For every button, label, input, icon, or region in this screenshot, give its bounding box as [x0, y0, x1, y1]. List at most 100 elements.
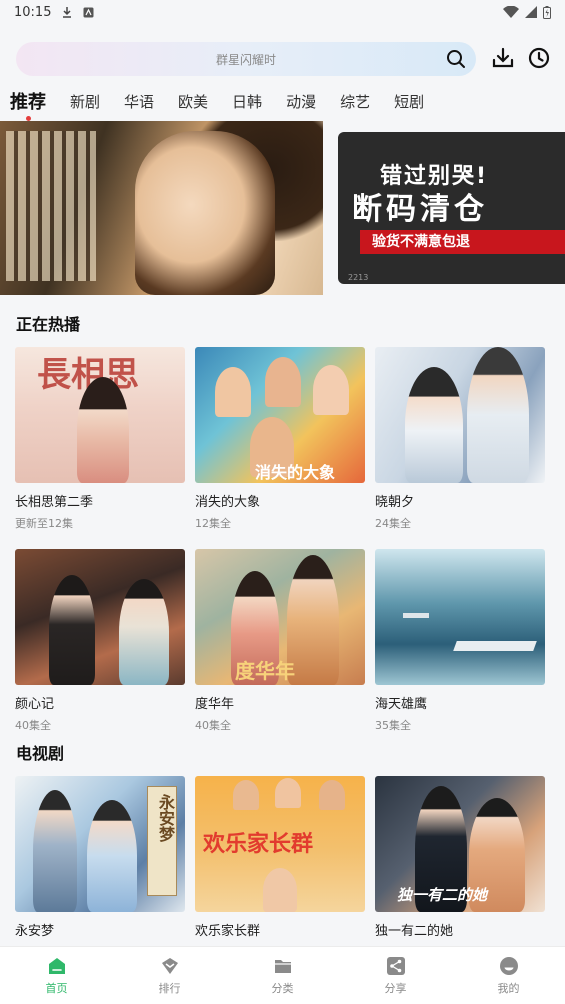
section-title-now-playing: 正在热播 — [16, 315, 81, 334]
banner-ad[interactable]: 错过别哭! 断码清仓 验货不满意包退 2213 — [338, 132, 565, 284]
show-card[interactable]: 長相思 长相思第二季 更新至12集 — [15, 347, 185, 531]
tab-variety[interactable]: 综艺 — [340, 91, 370, 112]
nav-home[interactable]: 首页 — [0, 947, 113, 1004]
banner-carousel[interactable]: 错过别哭! 断码清仓 验货不满意包退 2213 — [0, 121, 565, 295]
ad-line2: 断码清仓 — [352, 192, 488, 227]
show-poster[interactable]: 独一有二的她 — [375, 776, 545, 912]
poster-figure — [319, 780, 345, 810]
tab-new-drama[interactable]: 新剧 — [70, 91, 100, 112]
folder-icon — [274, 959, 291, 973]
show-card[interactable]: 海天雄鹰 35集全 — [375, 549, 545, 733]
search-icon[interactable] — [446, 49, 466, 69]
poster-figure — [467, 347, 529, 483]
tab-label: 动漫 — [286, 92, 317, 111]
poster-figure — [405, 367, 463, 483]
show-title: 欢乐家长群 — [195, 924, 261, 939]
nav-category[interactable]: 分类 — [226, 947, 339, 1004]
tab-label: 欧美 — [178, 92, 209, 111]
section-title-tv-series: 电视剧 — [16, 744, 65, 763]
ad-line3: 验货不满意包退 — [360, 230, 565, 254]
nav-share[interactable]: 分享 — [339, 947, 452, 1004]
app-status-icon — [83, 7, 94, 17]
home-icon — [48, 957, 65, 974]
tab-chinese[interactable]: 华语 — [124, 91, 154, 112]
wifi-icon — [503, 6, 519, 18]
show-title: 颜心记 — [15, 697, 55, 712]
show-poster[interactable]: 度华年 — [195, 549, 365, 685]
share-icon — [386, 956, 405, 975]
tab-label: 日韩 — [232, 92, 263, 111]
show-poster[interactable]: 消失的大象 — [195, 347, 365, 483]
show-title: 海天雄鹰 — [375, 697, 428, 712]
tab-label: 推荐 — [10, 92, 46, 113]
poster-figure — [233, 780, 259, 810]
tab-short-drama[interactable]: 短剧 — [394, 91, 424, 112]
ad-tag: 2213 — [348, 273, 369, 282]
tab-label: 新剧 — [70, 92, 101, 111]
bottom-navigation: 首页 排行 分类 分享 我的 — [0, 946, 565, 1004]
poster-figure — [313, 365, 349, 415]
tab-label: 华语 — [124, 92, 155, 111]
tab-recommend[interactable]: 推荐 — [10, 88, 46, 121]
show-poster[interactable]: 欢乐家长群 — [195, 776, 365, 912]
now-playing-grid: 長相思 长相思第二季 更新至12集 消失的大象 消失的大象 12集全 晓朝夕 2… — [15, 347, 547, 733]
show-episodes: 更新至12集 — [15, 517, 73, 530]
nav-label: 首页 — [45, 981, 68, 995]
nav-label: 我的 — [497, 981, 520, 995]
show-card[interactable]: 度华年 度华年 40集全 — [195, 549, 365, 733]
poster-figure — [33, 790, 77, 912]
banner-window-decor — [6, 131, 96, 281]
search-row: 群星闪耀时 — [16, 42, 553, 76]
show-poster[interactable] — [15, 549, 185, 685]
show-card[interactable]: 颜心记 40集全 — [15, 549, 185, 733]
nav-label: 分类 — [271, 981, 294, 995]
nav-ranking[interactable]: 排行 — [113, 947, 226, 1004]
tab-label: 综艺 — [340, 92, 371, 111]
history-icon[interactable] — [527, 46, 551, 70]
search-input[interactable]: 群星闪耀时 — [16, 42, 476, 76]
poster-figure — [87, 800, 137, 912]
show-episodes: 24集全 — [375, 517, 411, 530]
poster-title-art: 欢乐家长群 — [203, 832, 314, 857]
poster-figure — [49, 575, 95, 685]
poster-title-art: 度华年 — [235, 659, 295, 683]
poster-figure — [263, 868, 297, 912]
show-title: 独一有二的她 — [375, 924, 454, 939]
tab-western[interactable]: 欧美 — [178, 91, 208, 112]
category-tabs: 推荐 新剧 华语 欧美 日韩 动漫 综艺 短剧 — [10, 84, 565, 121]
show-poster[interactable] — [375, 347, 545, 483]
search-placeholder: 群星闪耀时 — [215, 52, 276, 67]
nav-label: 分享 — [384, 981, 407, 995]
show-episodes: 40集全 — [15, 719, 51, 732]
show-card[interactable]: 独一有二的她 独一有二的她 — [375, 776, 545, 944]
status-bar: 10:15 — [0, 0, 565, 24]
show-card[interactable]: 晓朝夕 24集全 — [375, 347, 545, 531]
show-episodes: 12集全 — [195, 517, 231, 530]
download-icon[interactable] — [491, 46, 515, 70]
poster-figure — [119, 579, 169, 685]
poster-figure — [77, 377, 129, 483]
show-title: 度华年 — [195, 697, 235, 712]
show-poster[interactable] — [375, 549, 545, 685]
nav-profile[interactable]: 我的 — [452, 947, 565, 1004]
show-title: 永安梦 — [15, 924, 55, 939]
show-episodes: 40集全 — [195, 719, 231, 732]
show-title: 晓朝夕 — [375, 495, 415, 510]
download-status-icon — [63, 7, 72, 18]
show-episodes: 35集全 — [375, 719, 411, 732]
show-card[interactable]: 永安梦 永安梦 — [15, 776, 185, 944]
poster-ship — [453, 641, 537, 651]
poster-title-art: 消失的大象 — [255, 463, 336, 482]
tab-japan-korea[interactable]: 日韩 — [232, 91, 262, 112]
show-poster[interactable]: 長相思 — [15, 347, 185, 483]
show-poster[interactable]: 永安梦 — [15, 776, 185, 912]
show-card[interactable]: 欢乐家长群 欢乐家长群 — [195, 776, 365, 944]
tab-label: 短剧 — [394, 92, 425, 111]
battery-icon — [543, 5, 551, 19]
show-title: 消失的大象 — [195, 495, 261, 510]
poster-title-art: 独一有二的她 — [397, 886, 488, 904]
poster-figure — [265, 357, 301, 407]
tab-anime[interactable]: 动漫 — [286, 91, 316, 112]
banner-main-image[interactable] — [0, 121, 323, 295]
show-card[interactable]: 消失的大象 消失的大象 12集全 — [195, 347, 365, 531]
